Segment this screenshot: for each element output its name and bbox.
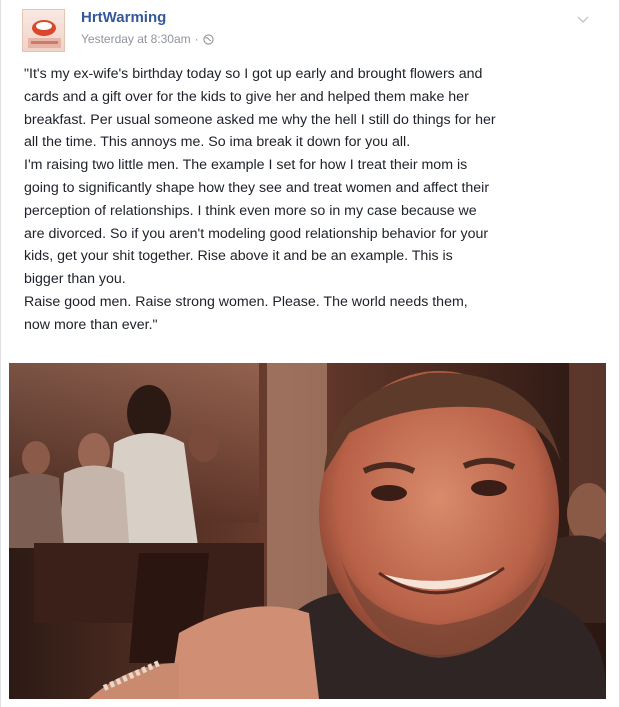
facebook-post: HrtWarming Yesterday at 8:30am · "It's m… <box>0 0 620 707</box>
chevron-down-icon[interactable] <box>577 12 589 23</box>
avatar-image <box>28 20 61 48</box>
author-name[interactable]: HrtWarming <box>81 9 166 26</box>
post-body: "It's my ex-wife's birthday today so I g… <box>24 66 496 333</box>
globe-icon[interactable] <box>202 33 214 45</box>
post-meta: Yesterday at 8:30am · <box>81 32 214 46</box>
selfie-photo <box>9 363 606 699</box>
page-avatar[interactable] <box>22 9 65 52</box>
post-header: HrtWarming Yesterday at 8:30am · <box>9 4 613 54</box>
post-photo[interactable] <box>9 363 606 699</box>
meta-separator: · <box>194 32 199 46</box>
post-timestamp[interactable]: Yesterday at 8:30am <box>81 32 191 46</box>
